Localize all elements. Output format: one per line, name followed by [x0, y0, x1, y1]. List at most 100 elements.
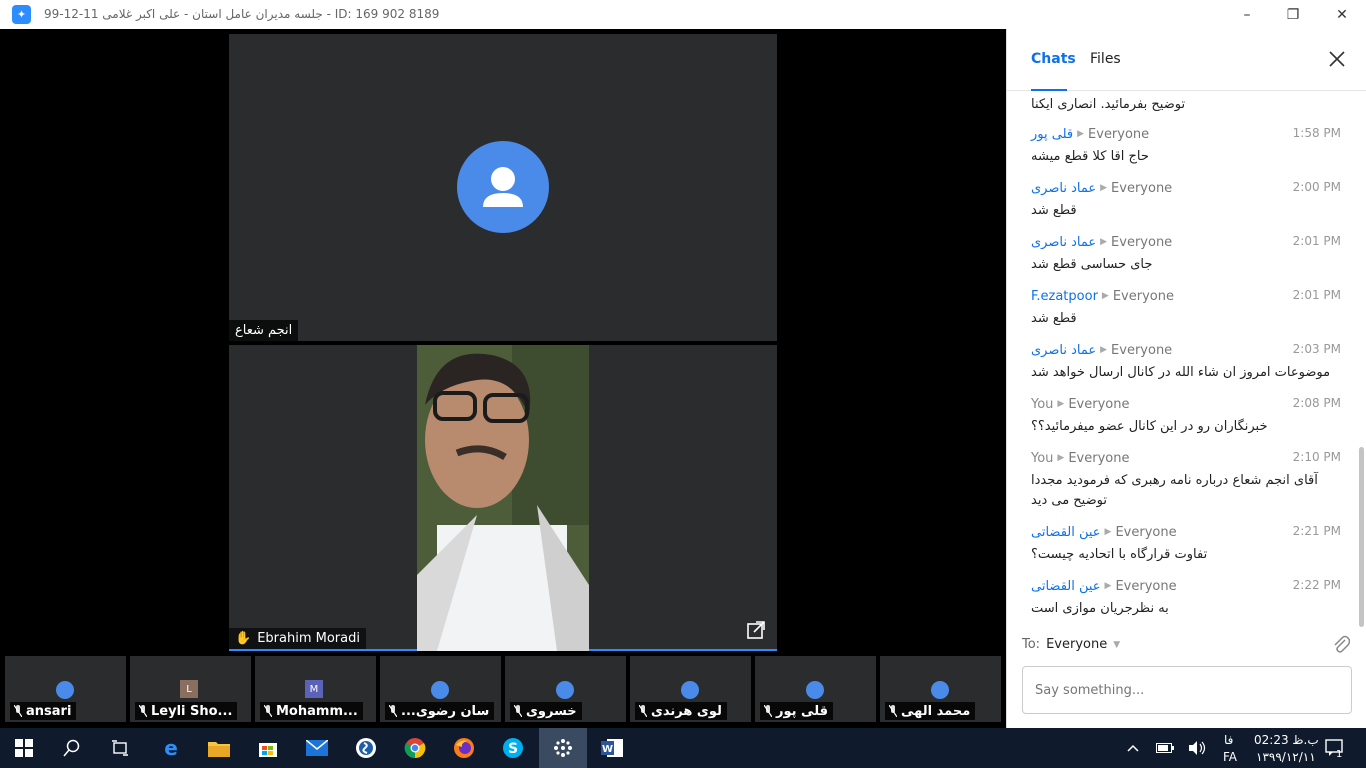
clock-time[interactable]: 02:23 ب.ظ	[1254, 733, 1319, 747]
thumbnail-strip: ansari L Leyli Sho... M Mohamm... ...سان…	[0, 652, 1006, 728]
popout-icon[interactable]	[747, 621, 765, 639]
message-recipient: Everyone	[1115, 578, 1177, 594]
volume-icon[interactable]	[1185, 736, 1209, 760]
message-recipient: Everyone	[1112, 288, 1174, 304]
zoom-app-icon: ✦	[12, 5, 31, 24]
arrow-right-icon: ▶	[1100, 183, 1108, 193]
firefox-icon[interactable]	[452, 736, 476, 760]
message-sender[interactable]: قلی پور	[1031, 127, 1073, 142]
edge-browser-icon[interactable]: e	[159, 736, 183, 760]
close-chat-icon[interactable]	[1329, 51, 1345, 67]
thumbnail-tile[interactable]: لوی هرندی	[630, 656, 751, 722]
thumbnail-name: قلی پور	[760, 702, 834, 720]
message-time: 1:58 PM	[1292, 126, 1341, 140]
file-explorer-icon[interactable]	[207, 736, 231, 760]
chat-message-input[interactable]	[1022, 666, 1352, 714]
notification-count: 1	[1336, 749, 1343, 760]
chat-message: You ▶ Everyone 2:10 PM آقای انجم شعاع دربا…	[1031, 449, 1341, 511]
video-tile-bottom[interactable]: ✋ Ebrahim Moradi	[229, 345, 777, 651]
message-text: حاج اقا کلا قطع میشه	[1031, 149, 1149, 164]
thumbnail-tile[interactable]: ...سان رضوی	[380, 656, 501, 722]
video-area: انجم شعاع ✋ Ebrahim Moradi	[0, 29, 1006, 652]
windows-start-icon[interactable]	[12, 736, 36, 760]
thumbnail-tile[interactable]: خسروی	[505, 656, 626, 722]
task-view-icon[interactable]	[108, 736, 132, 760]
user-avatar-icon	[457, 141, 549, 233]
chat-scrollbar[interactable]	[1359, 447, 1364, 627]
mic-muted-icon	[14, 705, 22, 717]
message-sender[interactable]: عماد ناصری	[1031, 343, 1096, 358]
mic-muted-icon	[764, 705, 772, 717]
notifications-icon[interactable]	[1323, 736, 1347, 760]
window-title: 99-12-11 جلسه مدیران عامل استان - علی اک…	[44, 7, 440, 21]
video-tile-top[interactable]: انجم شعاع	[229, 34, 777, 341]
mail-icon[interactable]	[305, 736, 329, 760]
message-recipient: Everyone	[1111, 180, 1173, 196]
arrow-right-icon: ▶	[1100, 345, 1108, 355]
app-icon[interactable]	[354, 736, 378, 760]
restore-button[interactable]: ❐	[1270, 0, 1316, 29]
arrow-right-icon: ▶	[1077, 129, 1085, 139]
message-time: 2:21 PM	[1292, 524, 1341, 538]
message-time: 2:22 PM	[1292, 578, 1341, 592]
user-initial-avatar: L	[180, 680, 198, 698]
message-sender[interactable]: عماد ناصری	[1031, 181, 1096, 196]
message-text: قطع شد	[1031, 203, 1077, 218]
language-indicator-latin[interactable]: FA	[1223, 750, 1237, 764]
zoom-taskbar-icon[interactable]	[551, 736, 575, 760]
message-recipient: Everyone	[1111, 342, 1173, 358]
arrow-right-icon: ▶	[1057, 453, 1065, 463]
thumbnail-name: ansari	[10, 702, 77, 720]
tab-chats[interactable]: Chats	[1031, 51, 1076, 67]
store-icon[interactable]	[256, 736, 280, 760]
raise-hand-icon: ✋	[235, 631, 252, 646]
thumbnail-name: لوی هرندی	[635, 702, 727, 720]
thumbnail-tile[interactable]: قلی پور	[755, 656, 876, 722]
chevron-down-icon: ▼	[1113, 639, 1121, 650]
message-sender[interactable]: عین القضاتی	[1031, 525, 1101, 540]
word-icon[interactable]: W	[600, 736, 624, 760]
arrow-right-icon: ▶	[1057, 399, 1065, 409]
thumbnail-tile[interactable]: محمد الهی	[880, 656, 1001, 722]
message-text: موضوعات امروز ان شاء الله در کانال ارسال…	[1031, 365, 1331, 380]
clock-date[interactable]: ۱۳۹۹/۱۲/۱۱	[1256, 750, 1316, 764]
recipient-value: Everyone	[1046, 637, 1108, 652]
user-avatar-icon	[806, 681, 824, 699]
windows-taskbar: e S W فا FA 02:23 ب.ظ ۱۳۹۹/۱۲/۱۱ 1	[0, 728, 1366, 768]
chat-panel: Chats Files توضیح بفرمائید. انصاری ایکنا…	[1006, 29, 1366, 728]
participant-name-tag: ✋ Ebrahim Moradi	[229, 628, 366, 649]
message-time: 2:10 PM	[1292, 450, 1341, 464]
recipient-selector[interactable]: To: Everyone ▼	[1022, 637, 1120, 652]
close-window-button[interactable]: ✕	[1319, 0, 1365, 29]
user-initial-avatar: M	[305, 680, 323, 698]
battery-icon[interactable]	[1153, 736, 1177, 760]
thumbnail-tile[interactable]: M Mohamm...	[255, 656, 376, 722]
minimize-button[interactable]: –	[1224, 0, 1270, 29]
language-indicator[interactable]: فا	[1224, 733, 1233, 747]
thumbnail-tile[interactable]: L Leyli Sho...	[130, 656, 251, 722]
thumbnail-name: ...سان رضوی	[385, 702, 495, 720]
paperclip-icon[interactable]	[1332, 634, 1351, 654]
tab-files[interactable]: Files	[1090, 51, 1121, 67]
message-text: تفاوت قرارگاه با اتحادیه چیست؟	[1031, 547, 1208, 562]
message-sender[interactable]: F.ezatpoor	[1031, 289, 1098, 304]
message-time: 2:01 PM	[1292, 234, 1341, 248]
message-sender[interactable]: عماد ناصری	[1031, 235, 1096, 250]
arrow-right-icon: ▶	[1104, 527, 1112, 537]
search-icon[interactable]	[60, 736, 84, 760]
chrome-icon[interactable]	[403, 736, 427, 760]
chat-messages: توضیح بفرمائید. انصاری ایکنا قلی پور ▶ Eve…	[1007, 91, 1366, 621]
message-time: 2:03 PM	[1292, 342, 1341, 356]
skype-icon[interactable]: S	[501, 736, 525, 760]
arrow-right-icon: ▶	[1101, 291, 1109, 301]
chevron-up-icon[interactable]	[1121, 736, 1145, 760]
user-avatar-icon	[56, 681, 74, 699]
user-avatar-icon	[931, 681, 949, 699]
thumbnail-name: خسروی	[510, 702, 582, 720]
thumbnail-tile[interactable]: ansari	[5, 656, 126, 722]
user-avatar-icon	[556, 681, 574, 699]
thumbnail-name: Leyli Sho...	[135, 702, 238, 720]
message-sender[interactable]: عین القضاتی	[1031, 579, 1101, 594]
message-sender: You	[1031, 396, 1054, 412]
title-bar: ✦ 99-12-11 جلسه مدیران عامل استان - علی …	[0, 0, 1366, 29]
